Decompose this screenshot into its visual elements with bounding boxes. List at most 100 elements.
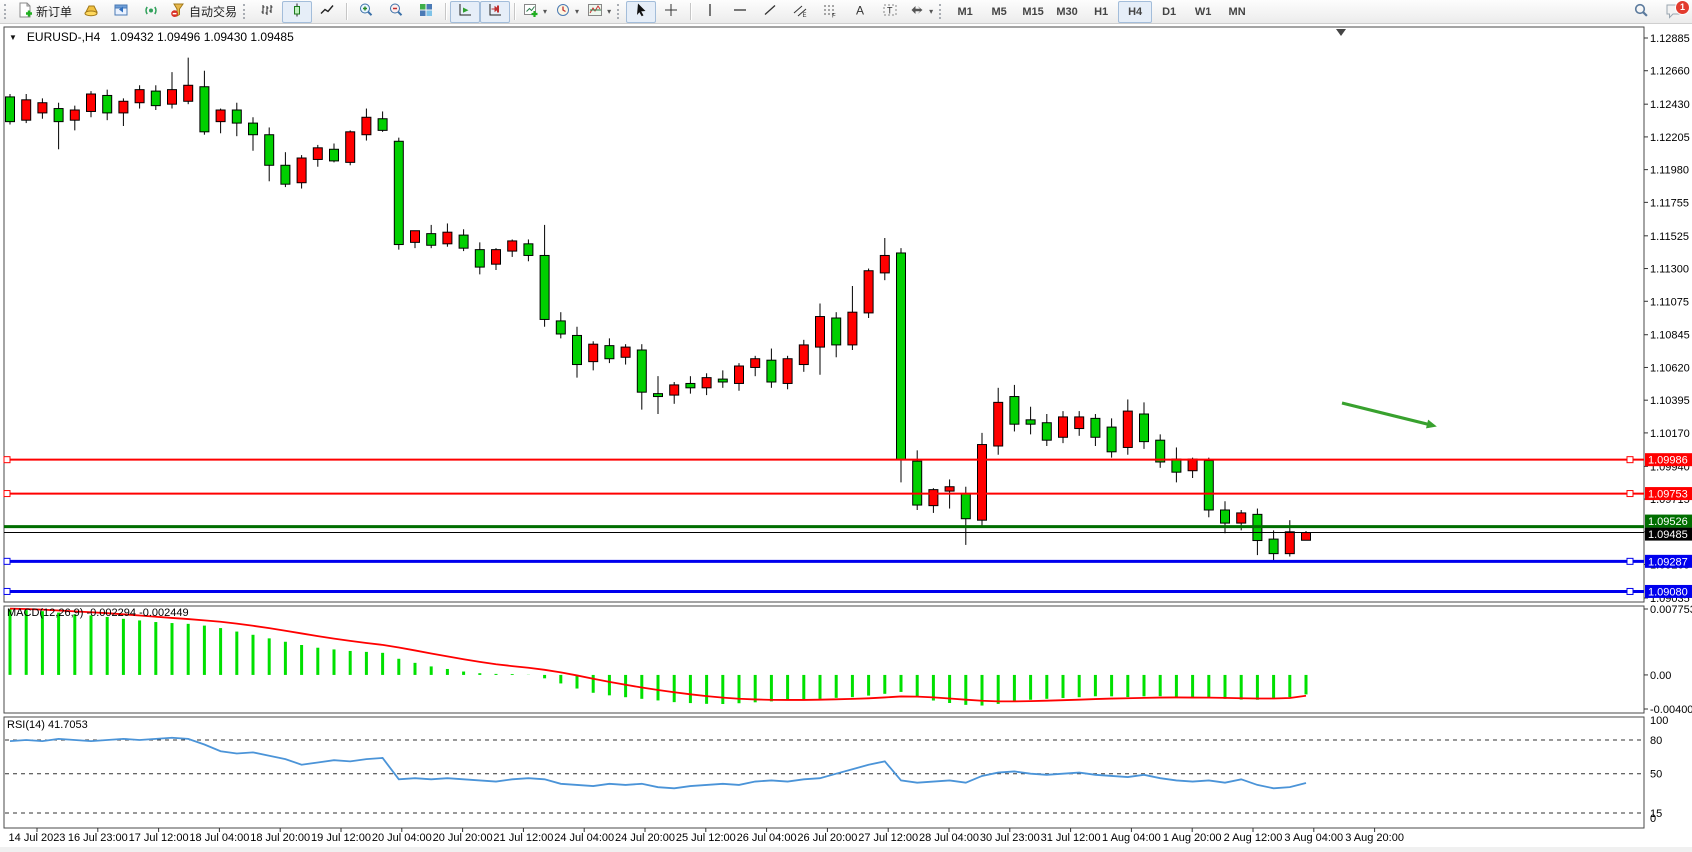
timeframe-button-W1[interactable]: W1 bbox=[1186, 1, 1220, 23]
tile-windows-button[interactable] bbox=[411, 1, 441, 23]
tile-windows-icon bbox=[418, 2, 434, 21]
hline-anchor[interactable] bbox=[1627, 588, 1633, 594]
svg-text:1.12430: 1.12430 bbox=[1650, 99, 1690, 111]
svg-text:1.12660: 1.12660 bbox=[1650, 66, 1690, 78]
trendline-icon bbox=[762, 2, 778, 21]
svg-text:F: F bbox=[832, 14, 836, 19]
candle-body bbox=[540, 255, 549, 319]
hline-anchor[interactable] bbox=[4, 457, 10, 463]
candle-body bbox=[492, 250, 501, 265]
indicators-button[interactable]: ▾ bbox=[519, 1, 551, 23]
candle-body bbox=[589, 344, 598, 361]
channel-button[interactable]: E bbox=[785, 1, 815, 23]
svg-text:30 Jul 23:00: 30 Jul 23:00 bbox=[980, 832, 1040, 844]
search-button[interactable] bbox=[1626, 1, 1656, 23]
timeframe-button-MN[interactable]: MN bbox=[1220, 1, 1254, 23]
candle-body bbox=[686, 383, 695, 387]
main-panel bbox=[4, 27, 1644, 602]
zoom-in-icon bbox=[358, 2, 374, 21]
candle-body bbox=[1123, 411, 1132, 447]
svg-text:31 Jul 12:00: 31 Jul 12:00 bbox=[1041, 832, 1101, 844]
data-window-icon bbox=[113, 2, 129, 21]
candle-body bbox=[508, 241, 517, 251]
hline-anchor[interactable] bbox=[4, 558, 10, 564]
candle-body bbox=[1075, 417, 1084, 429]
navigator-button[interactable] bbox=[136, 1, 166, 23]
chevron-down-icon: ▾ bbox=[543, 7, 547, 16]
hline-anchor[interactable] bbox=[4, 588, 10, 594]
svg-text:50: 50 bbox=[1650, 769, 1662, 781]
new-order-button[interactable]: 新订单 bbox=[13, 1, 76, 23]
chevron-down-icon: ▾ bbox=[575, 7, 579, 16]
svg-text:0.00: 0.00 bbox=[1650, 670, 1671, 682]
auto-trading-label: 自动交易 bbox=[189, 3, 237, 20]
candle-body bbox=[1221, 510, 1230, 523]
notifications-button[interactable]: 1 bbox=[1664, 1, 1686, 23]
svg-text:3 Aug 04:00: 3 Aug 04:00 bbox=[1284, 832, 1343, 844]
zoom-out-button[interactable] bbox=[381, 1, 411, 23]
market-watch-button[interactable] bbox=[76, 1, 106, 23]
cursor-button[interactable] bbox=[626, 1, 656, 23]
data-window-button[interactable] bbox=[106, 1, 136, 23]
toolbar-separator bbox=[445, 3, 446, 20]
candlestick-icon bbox=[289, 2, 305, 21]
horizontal-line-button[interactable] bbox=[725, 1, 755, 23]
bar-chart-button[interactable] bbox=[252, 1, 282, 23]
timeframe-button-M1[interactable]: M1 bbox=[948, 1, 982, 23]
timeframe-button-M30[interactable]: M30 bbox=[1050, 1, 1084, 23]
arrows-button[interactable]: ▾ bbox=[905, 1, 937, 23]
hline-anchor[interactable] bbox=[1627, 491, 1633, 497]
timeframe-button-H4[interactable]: H4 bbox=[1118, 1, 1152, 23]
chart-shift-button[interactable] bbox=[480, 1, 510, 23]
svg-text:3 Aug 20:00: 3 Aug 20:00 bbox=[1345, 832, 1404, 844]
auto-trading-icon bbox=[170, 2, 186, 21]
chevron-down-icon: ▾ bbox=[929, 7, 933, 16]
time-axis[interactable]: 14 Jul 202316 Jul 23:0017 Jul 12:0018 Ju… bbox=[9, 828, 1404, 844]
trendline-button[interactable] bbox=[755, 1, 785, 23]
candle-body bbox=[297, 158, 306, 183]
svg-text:1.11755: 1.11755 bbox=[1650, 197, 1689, 209]
collapse-triangle-icon[interactable]: ▼ bbox=[9, 33, 17, 42]
svg-text:1.09080: 1.09080 bbox=[1648, 586, 1688, 598]
auto-trading-button[interactable]: 自动交易 bbox=[166, 1, 241, 23]
auto-scroll-button[interactable] bbox=[450, 1, 480, 23]
vertical-line-button[interactable] bbox=[695, 1, 725, 23]
hline-anchor[interactable] bbox=[4, 491, 10, 497]
timeframe-button-M5[interactable]: M5 bbox=[982, 1, 1016, 23]
rsi-label: RSI(14) 41.7053 bbox=[7, 719, 88, 731]
svg-text:1.10395: 1.10395 bbox=[1650, 395, 1690, 407]
candlestick-chart-button[interactable] bbox=[282, 1, 312, 23]
line-chart-button[interactable] bbox=[312, 1, 342, 23]
templates-button[interactable]: ▾ bbox=[583, 1, 615, 23]
candle-body bbox=[832, 318, 841, 345]
timeframe-button-H1[interactable]: H1 bbox=[1084, 1, 1118, 23]
hline-anchor[interactable] bbox=[1627, 457, 1633, 463]
candle-body bbox=[330, 149, 339, 161]
candle-body bbox=[556, 321, 565, 334]
candle-body bbox=[378, 119, 387, 131]
toolbar-grip bbox=[939, 4, 944, 19]
text-button[interactable]: A bbox=[845, 1, 875, 23]
text-label-icon: T bbox=[882, 2, 898, 21]
svg-text:1.09485: 1.09485 bbox=[1648, 529, 1688, 541]
timeframe-button-D1[interactable]: D1 bbox=[1152, 1, 1186, 23]
main-toolbar: 新订单 自动交易 bbox=[0, 0, 1692, 24]
candle-body bbox=[718, 379, 727, 382]
timeframe-button-M15[interactable]: M15 bbox=[1016, 1, 1050, 23]
search-icon bbox=[1633, 2, 1650, 22]
candle-body bbox=[1172, 459, 1181, 472]
window-bottom-edge bbox=[0, 847, 1692, 852]
price-axis[interactable]: 1.128851.126601.124301.122051.119801.117… bbox=[1644, 33, 1692, 825]
arrows-icon bbox=[909, 2, 925, 21]
chart-canvas[interactable]: 1.128851.126601.124301.122051.119801.117… bbox=[0, 0, 1692, 852]
candle-body bbox=[654, 394, 663, 397]
candle-body bbox=[1188, 459, 1197, 471]
vertical-line-icon bbox=[702, 2, 718, 21]
fibonacci-button[interactable]: F bbox=[815, 1, 845, 23]
candle-body bbox=[87, 94, 96, 111]
periods-button[interactable]: ▾ bbox=[551, 1, 583, 23]
hline-anchor[interactable] bbox=[1627, 558, 1633, 564]
crosshair-button[interactable] bbox=[656, 1, 686, 23]
zoom-in-button[interactable] bbox=[351, 1, 381, 23]
text-label-button[interactable]: T bbox=[875, 1, 905, 23]
